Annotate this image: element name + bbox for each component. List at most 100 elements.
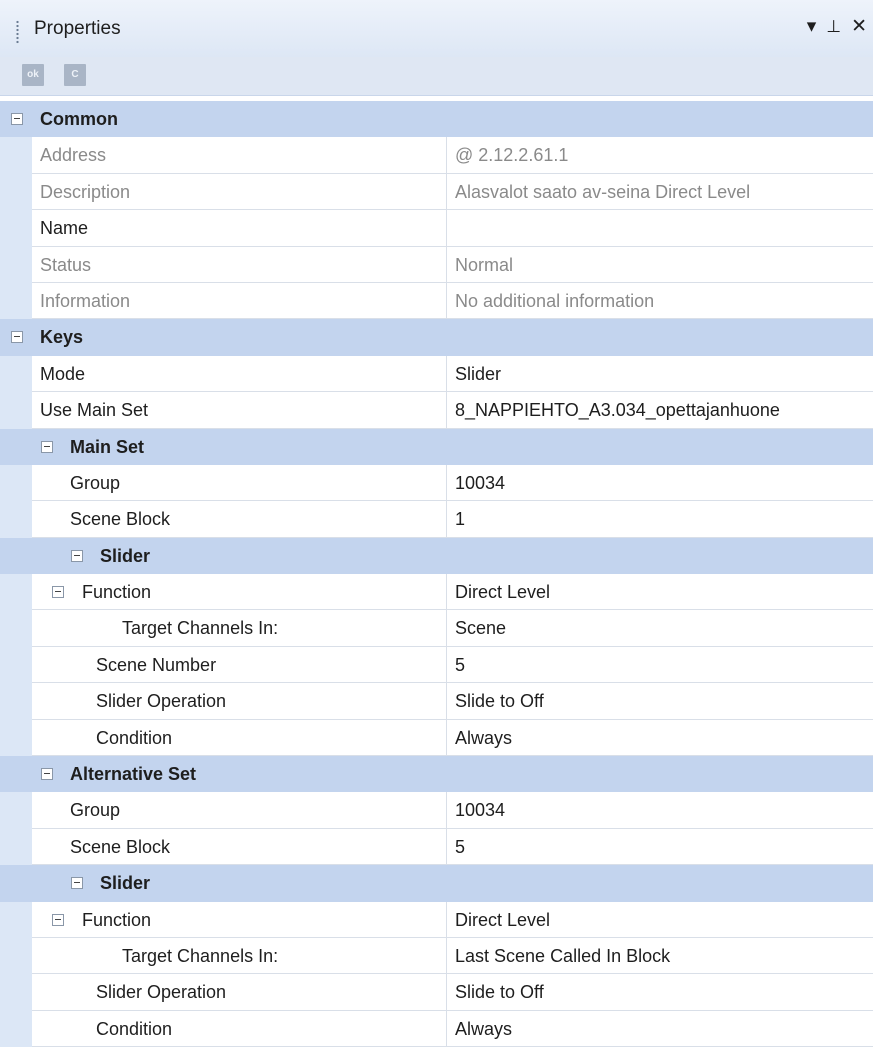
row-gutter: [0, 137, 32, 174]
property-row-function[interactable]: Function Direct Level: [0, 901, 873, 938]
property-name: Status: [40, 254, 92, 275]
property-row-group[interactable]: Group 10034: [0, 792, 873, 829]
drag-grip-icon[interactable]: [16, 20, 19, 44]
category-label: Main Set: [70, 436, 145, 457]
property-name: Use Main Set: [40, 400, 149, 421]
row-gutter: [0, 392, 32, 429]
row-gutter: [0, 501, 32, 538]
property-row-target-channels-in[interactable]: Target Channels In: Scene: [0, 610, 873, 647]
category-label: Slider: [100, 873, 151, 894]
property-name: Mode: [40, 363, 86, 384]
property-row-status[interactable]: Status Normal: [0, 246, 873, 283]
row-gutter: [0, 683, 32, 720]
row-gutter: [0, 246, 32, 283]
property-value[interactable]: 10034: [446, 464, 873, 501]
property-value[interactable]: Slider: [446, 355, 873, 392]
row-gutter: [0, 173, 32, 211]
property-name: Group: [70, 800, 121, 821]
property-name: Scene Block: [70, 836, 171, 857]
category-alternative-set[interactable]: Alternative Set: [0, 756, 873, 793]
category-label: Slider: [100, 545, 151, 566]
row-gutter: [0, 355, 32, 393]
property-value[interactable]: Always: [446, 719, 873, 756]
collapse-toggle-icon[interactable]: [71, 877, 83, 890]
row-gutter: [0, 828, 32, 866]
collapse-toggle-icon[interactable]: [52, 913, 64, 926]
property-value[interactable]: 8_NAPPIEHTO_A3.034_opettajanhuone: [446, 392, 873, 429]
property-row-scene-number[interactable]: Scene Number 5: [0, 646, 873, 684]
property-value[interactable]: 5: [446, 828, 873, 865]
property-value[interactable]: Last Scene Called In Block: [446, 937, 873, 974]
property-value[interactable]: [446, 210, 873, 247]
property-value[interactable]: Slide to Off: [446, 683, 873, 720]
property-row-name[interactable]: Name: [0, 210, 873, 247]
property-name: Condition: [96, 1018, 173, 1039]
property-value[interactable]: 1: [446, 501, 873, 538]
property-row-slider-operation[interactable]: Slider Operation Slide to Off: [0, 974, 873, 1011]
dropdown-arrow-icon[interactable]: ▾: [807, 16, 817, 38]
row-gutter: [0, 574, 32, 611]
category-common[interactable]: Common: [0, 101, 873, 138]
property-row-condition[interactable]: Condition Always: [0, 719, 873, 757]
row-gutter: [0, 792, 32, 829]
property-name: Scene Number: [96, 654, 217, 675]
property-row-mode[interactable]: Mode Slider: [0, 355, 873, 393]
property-name: Description: [40, 181, 131, 202]
panel-titlebar: Properties ▾ ⊥ ✕: [0, 0, 873, 58]
property-row-information[interactable]: Information No additional information: [0, 282, 873, 320]
row-gutter: [0, 282, 32, 320]
property-name: Information: [40, 290, 131, 311]
property-value: Alasvalot saato av-seina Direct Level: [446, 173, 873, 210]
property-name: Address: [40, 145, 107, 166]
property-value: @ 2.12.2.61.1: [446, 137, 873, 174]
property-value[interactable]: Always: [446, 1010, 873, 1047]
property-value[interactable]: Direct Level: [446, 901, 873, 938]
property-name: Target Channels In:: [122, 945, 279, 966]
pin-icon[interactable]: ⊥: [826, 16, 841, 38]
property-value: No additional information: [446, 282, 873, 319]
collapse-toggle-icon[interactable]: [52, 586, 64, 599]
property-name: Name: [40, 218, 89, 239]
property-name: Condition: [96, 727, 173, 748]
property-row-address[interactable]: Address @ 2.12.2.61.1: [0, 137, 873, 174]
property-row-use-main-set[interactable]: Use Main Set 8_NAPPIEHTO_A3.034_opettajan…: [0, 392, 873, 429]
row-gutter: [0, 646, 32, 684]
row-gutter: [0, 719, 32, 757]
property-row-group[interactable]: Group 10034: [0, 464, 873, 502]
window-controls: ▾ ⊥ ✕: [807, 16, 867, 38]
property-row-condition[interactable]: Condition Always: [0, 1010, 873, 1047]
row-gutter: [0, 210, 32, 247]
close-icon[interactable]: ✕: [851, 16, 867, 38]
cancel-button[interactable]: C: [64, 64, 86, 86]
collapse-toggle-icon[interactable]: [11, 331, 23, 344]
collapse-toggle-icon[interactable]: [41, 440, 53, 453]
property-value[interactable]: Scene: [446, 610, 873, 647]
row-gutter: [0, 610, 32, 647]
category-main-set[interactable]: Main Set: [0, 428, 873, 465]
collapse-toggle-icon[interactable]: [71, 549, 83, 562]
property-row-function[interactable]: Function Direct Level: [0, 574, 873, 611]
row-gutter: [0, 464, 32, 502]
panel-title: Properties: [34, 18, 121, 39]
category-keys[interactable]: Keys: [0, 319, 873, 356]
ok-button[interactable]: ok: [22, 64, 44, 86]
category-label: Alternative Set: [70, 764, 197, 785]
property-row-slider-operation[interactable]: Slider Operation Slide to Off: [0, 683, 873, 720]
property-row-target-channels-in[interactable]: Target Channels In: Last Scene Called In …: [0, 937, 873, 975]
collapse-toggle-icon[interactable]: [11, 113, 23, 125]
property-name: Slider Operation: [96, 691, 227, 712]
property-name: Group: [70, 472, 121, 493]
property-name: Function: [82, 909, 152, 930]
category-slider[interactable]: Slider: [0, 537, 873, 575]
properties-panel: Properties ▾ ⊥ ✕ ok C Common Address @ 2.1…: [0, 0, 873, 1047]
category-label: Keys: [40, 327, 84, 348]
property-row-description[interactable]: Description Alasvalot saato av-seina Dire…: [0, 173, 873, 211]
property-row-scene-block[interactable]: Scene Block 5: [0, 828, 873, 866]
collapse-toggle-icon[interactable]: [41, 768, 53, 781]
property-value[interactable]: 10034: [446, 792, 873, 829]
property-value[interactable]: 5: [446, 646, 873, 683]
property-row-scene-block[interactable]: Scene Block 1: [0, 501, 873, 538]
property-value[interactable]: Slide to Off: [446, 974, 873, 1011]
category-slider[interactable]: Slider: [0, 865, 873, 902]
property-value[interactable]: Direct Level: [446, 574, 873, 611]
